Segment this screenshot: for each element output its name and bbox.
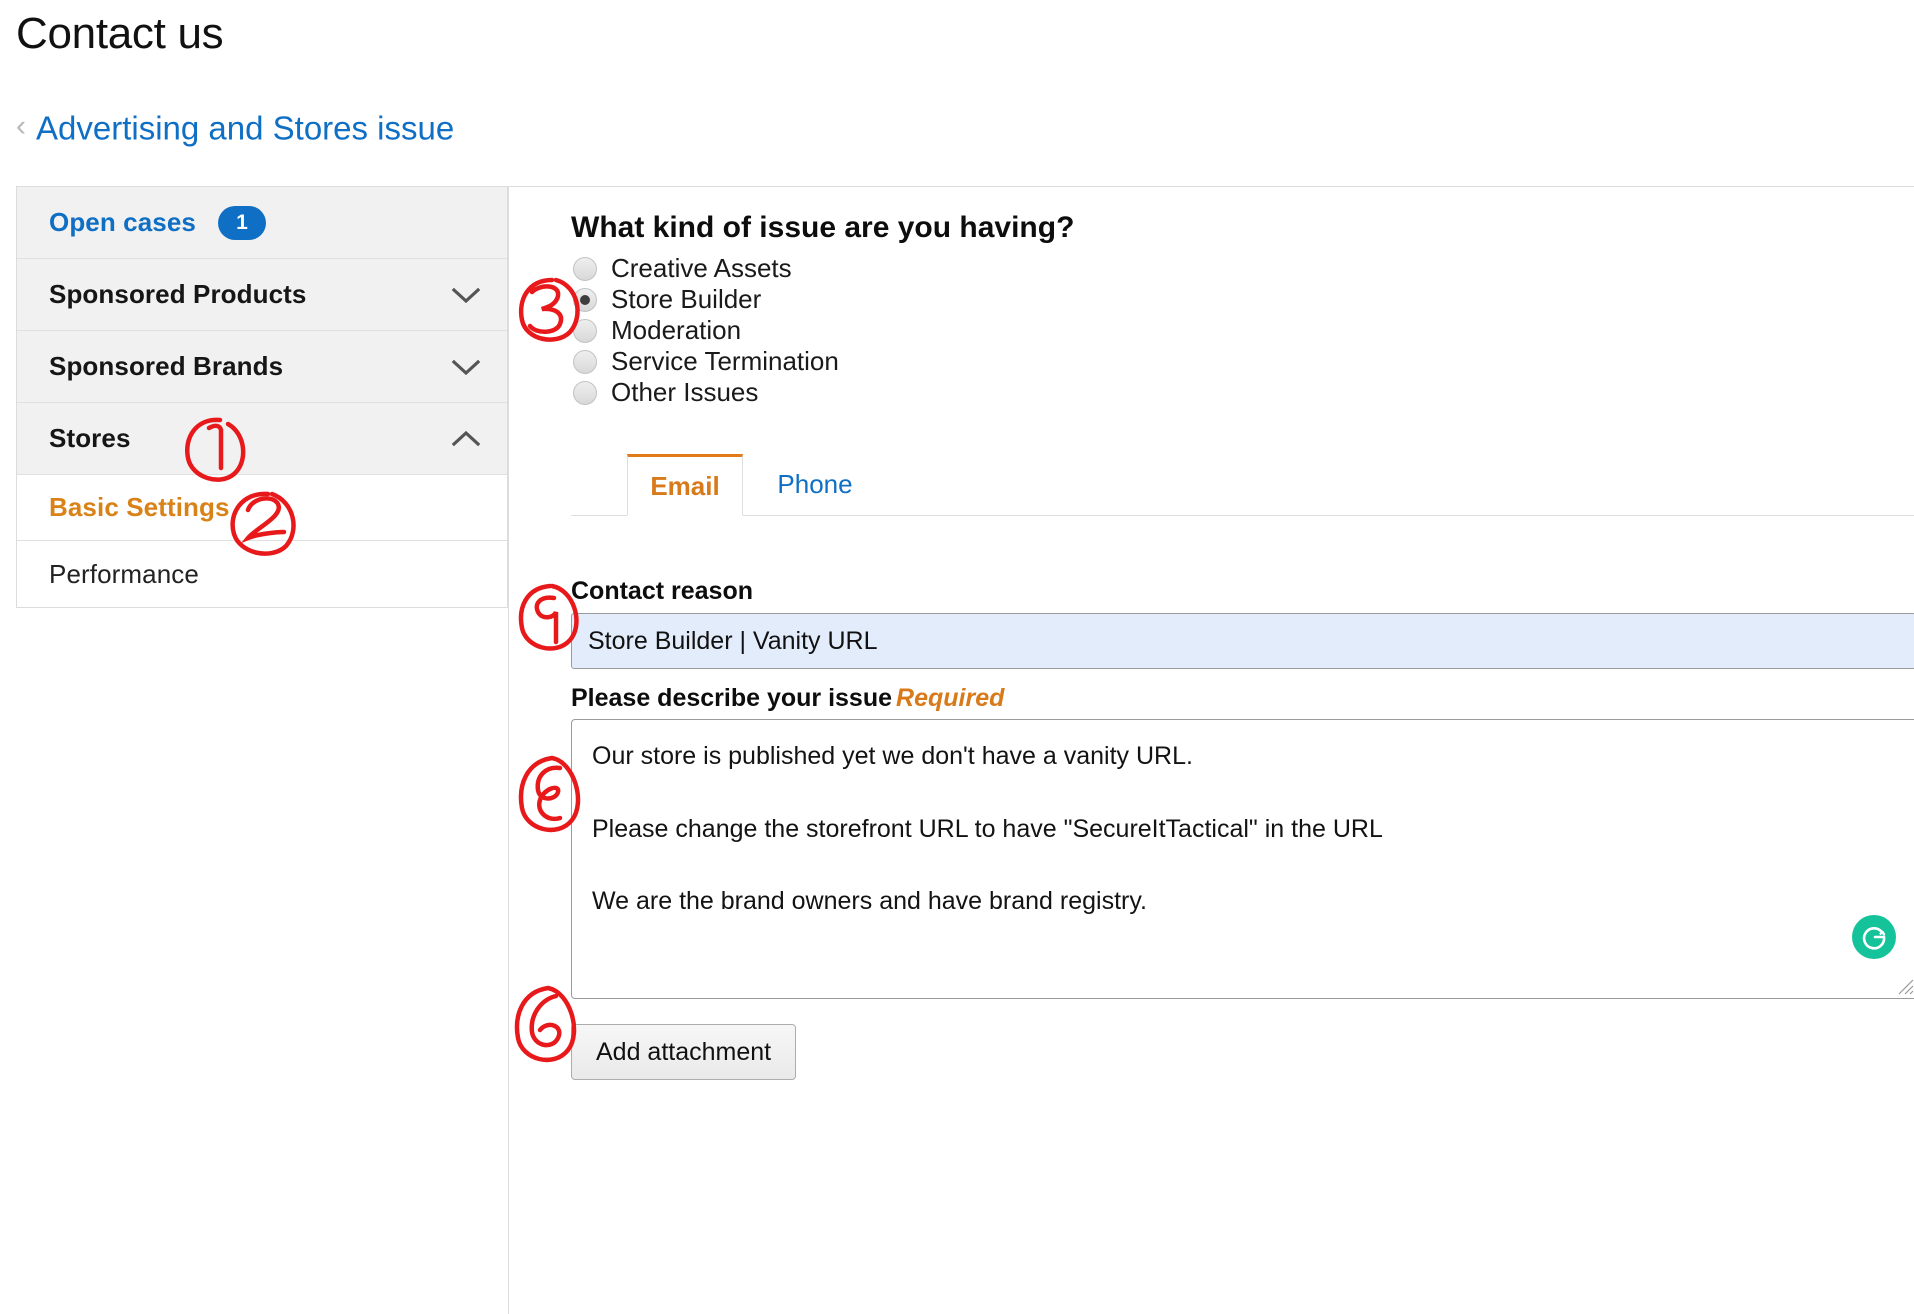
sidebar-item-basic-settings[interactable]: Basic Settings bbox=[17, 475, 507, 541]
sidebar-item-label: Performance bbox=[49, 558, 199, 589]
sidebar-item-open-cases-left: Open cases 1 bbox=[49, 205, 266, 240]
radio-option-service-termination[interactable]: Service Termination bbox=[573, 346, 839, 377]
tab-email[interactable]: Email bbox=[627, 454, 743, 516]
issue-textarea-wrapper bbox=[571, 719, 1914, 999]
open-cases-count-badge: 1 bbox=[217, 205, 266, 240]
radio-option-store-builder[interactable]: Store Builder bbox=[573, 284, 839, 315]
radio-option-label: Moderation bbox=[611, 315, 742, 345]
contact-reason-label: Contact reason bbox=[571, 577, 753, 605]
sidebar-item-label: Sponsored Products bbox=[49, 279, 307, 309]
sidebar-item-sponsored-products[interactable]: Sponsored Products bbox=[17, 259, 507, 331]
breadcrumb[interactable]: ‹ Advertising and Stores issue bbox=[16, 111, 454, 145]
radio-icon[interactable] bbox=[573, 380, 597, 405]
sidebar: Open cases 1 Sponsored Products Sponsore… bbox=[16, 186, 508, 608]
chevron-left-icon[interactable]: ‹ bbox=[16, 111, 26, 142]
sidebar-item-sponsored-brands[interactable]: Sponsored Brands bbox=[17, 331, 507, 403]
sidebar-item-label: Open cases bbox=[49, 207, 196, 237]
contact-reason-input[interactable] bbox=[571, 613, 1914, 669]
issue-type-radio-group: Creative Assets Store Builder Moderation… bbox=[573, 253, 839, 408]
contact-method-tabs: Email Phone bbox=[571, 454, 1914, 516]
radio-option-label: Creative Assets bbox=[611, 253, 792, 283]
describe-issue-label-text: Please describe your issue bbox=[571, 684, 893, 712]
issue-description-textarea[interactable] bbox=[571, 719, 1914, 999]
content-area: Open cases 1 Sponsored Products Sponsore… bbox=[0, 186, 1914, 1314]
radio-icon[interactable] bbox=[573, 318, 597, 343]
sidebar-item-open-cases[interactable]: Open cases 1 bbox=[17, 187, 507, 259]
sidebar-item-label: Stores bbox=[49, 423, 131, 453]
sidebar-item-performance[interactable]: Performance bbox=[17, 541, 507, 607]
grammarly-icon[interactable] bbox=[1852, 915, 1896, 959]
add-attachment-button[interactable]: Add attachment bbox=[571, 1024, 797, 1080]
radio-icon[interactable] bbox=[573, 256, 597, 281]
required-marker: Required bbox=[896, 684, 1005, 712]
radio-option-label: Other Issues bbox=[611, 377, 759, 407]
radio-option-label: Service Termination bbox=[611, 346, 839, 376]
main-panel: What kind of issue are you having? Creat… bbox=[508, 186, 1914, 1314]
tab-phone[interactable]: Phone bbox=[757, 454, 873, 516]
radio-option-other-issues[interactable]: Other Issues bbox=[573, 377, 839, 408]
question-heading: What kind of issue are you having? bbox=[571, 211, 1075, 244]
contact-us-page: Contact us ‹ Advertising and Stores issu… bbox=[0, 0, 1914, 1314]
chevron-up-icon[interactable] bbox=[451, 430, 481, 448]
chevron-down-icon[interactable] bbox=[451, 286, 481, 304]
sidebar-item-label: Sponsored Brands bbox=[49, 351, 284, 381]
radio-option-moderation[interactable]: Moderation bbox=[573, 315, 839, 346]
resize-handle-icon[interactable] bbox=[1895, 976, 1914, 996]
breadcrumb-link-advertising-and-stores-issue[interactable]: Advertising and Stores issue bbox=[36, 112, 454, 145]
page-title: Contact us bbox=[16, 9, 224, 58]
radio-icon[interactable] bbox=[573, 349, 597, 374]
sidebar-item-label: Basic Settings bbox=[49, 492, 230, 522]
chevron-down-icon[interactable] bbox=[451, 358, 481, 376]
describe-issue-label: Please describe your issue Required bbox=[571, 684, 1004, 713]
radio-icon-selected[interactable] bbox=[573, 287, 597, 312]
sidebar-item-stores[interactable]: Stores bbox=[17, 403, 507, 475]
radio-option-creative-assets[interactable]: Creative Assets bbox=[573, 253, 839, 284]
radio-option-label: Store Builder bbox=[611, 284, 762, 314]
